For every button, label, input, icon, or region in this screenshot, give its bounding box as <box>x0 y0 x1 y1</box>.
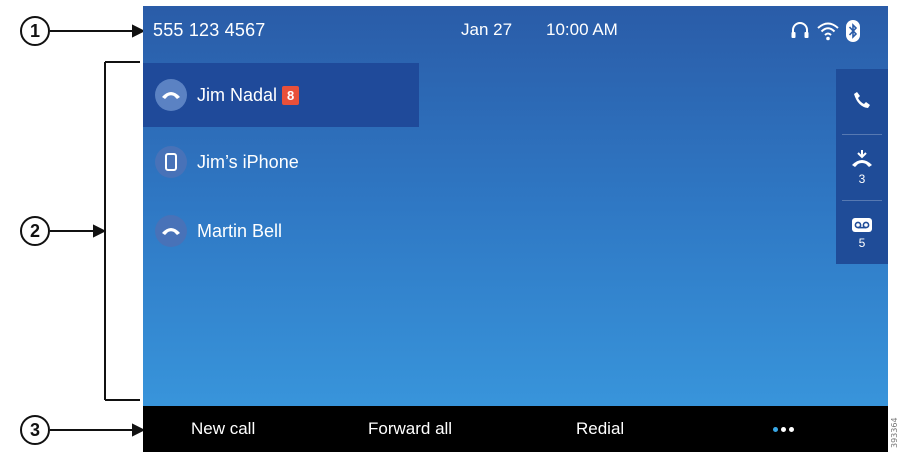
callout-3: 3 <box>20 415 50 445</box>
line-label: Jim’s iPhone <box>197 151 299 172</box>
line-jim-nadal[interactable]: Jim Nadal 8 <box>143 63 419 127</box>
status-bar: 555 123 4567 Jan 27 10:00 AM <box>143 6 888 56</box>
headset-icon <box>789 20 811 42</box>
feature-column: 3 5 <box>836 69 888 264</box>
forward-all-softkey[interactable]: Forward all <box>368 406 452 452</box>
phone-diagram: 1 2 3 555 123 4567 Jan 27 10:00 AM Jim N… <box>0 0 904 452</box>
mobile-phone-icon <box>155 146 187 178</box>
voicemail-icon <box>851 217 873 236</box>
phone-number: 555 123 4567 <box>153 20 266 40</box>
line-label: Jim Nadal <box>197 84 278 105</box>
figure-id: 393364 <box>890 417 899 448</box>
missed-calls-count: 3 <box>858 171 866 186</box>
voicemail-button[interactable]: 5 <box>836 201 888 265</box>
missed-calls-icon <box>851 149 873 172</box>
missed-calls-button[interactable]: 3 <box>836 135 888 199</box>
line-jims-iphone[interactable]: Jim’s iPhone <box>143 130 419 194</box>
more-dot <box>781 426 786 432</box>
more-options-icon[interactable] <box>773 406 794 452</box>
handset-icon <box>155 215 187 247</box>
date-label: Jan 27 <box>461 20 513 39</box>
time-label: 10:00 AM <box>546 20 618 39</box>
new-call-softkey[interactable]: New call <box>191 406 255 452</box>
line-martin-bell[interactable]: Martin Bell <box>143 199 419 263</box>
callout-1: 1 <box>20 16 50 46</box>
phone-call-icon <box>852 90 872 113</box>
bluetooth-icon <box>845 19 861 43</box>
more-dot <box>789 426 794 432</box>
call-feature-button[interactable] <box>836 69 888 133</box>
callout-2: 2 <box>20 216 50 246</box>
voicemail-count: 5 <box>858 235 866 250</box>
wifi-icon <box>816 20 840 42</box>
redial-softkey[interactable]: Redial <box>576 406 624 452</box>
phone-screen: 555 123 4567 Jan 27 10:00 AM Jim Nadal 8… <box>143 6 888 452</box>
status-icons <box>789 18 861 44</box>
more-dot <box>773 426 778 432</box>
softkey-bar: New call Forward all Redial <box>143 406 888 452</box>
handset-icon <box>155 79 187 111</box>
message-count-badge: 8 <box>282 85 300 105</box>
line-label: Martin Bell <box>197 220 283 241</box>
